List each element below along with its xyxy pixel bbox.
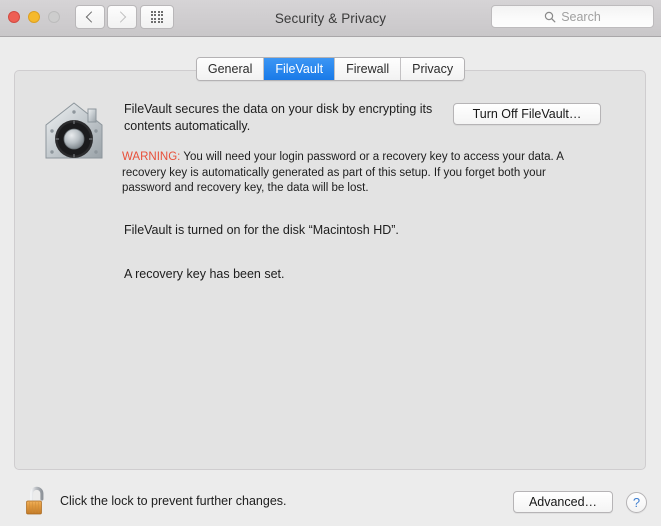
advanced-button[interactable]: Advanced… [513,491,613,513]
filevault-panel: FileVault secures the data on your disk … [14,70,646,470]
tab-privacy[interactable]: Privacy [401,58,465,80]
search-field[interactable]: Search [491,5,654,28]
filevault-warning: WARNING: You will need your login passwo… [122,150,584,197]
warning-label: WARNING: [122,151,181,163]
turn-off-filevault-button[interactable]: Turn Off FileVault… [453,103,601,125]
lock-hint-text: Click the lock to prevent further change… [60,494,287,508]
search-input[interactable]: Search [561,10,601,24]
filevault-description: FileVault secures the data on your disk … [124,102,433,133]
window-toolbar: Security & Privacy Search [0,0,661,37]
tab-firewall[interactable]: Firewall [335,58,402,80]
filevault-status-primary: FileVault is turned on for the disk “Mac… [124,223,399,237]
help-button[interactable]: ? [626,492,647,513]
unlocked-padlock-icon[interactable] [24,484,50,518]
search-icon [544,11,556,22]
tab-general[interactable]: General [196,58,265,80]
filevault-status-secondary: A recovery key has been set. [124,267,285,281]
warning-text: You will need your login password or a r… [122,151,564,194]
tab-bar: General FileVault Firewall Privacy [0,57,661,81]
lock-control[interactable]: Click the lock to prevent further change… [24,484,287,518]
tab-filevault[interactable]: FileVault [264,58,336,80]
filevault-safe-icon [45,102,103,159]
tab-group: General FileVault Firewall Privacy [195,57,466,81]
